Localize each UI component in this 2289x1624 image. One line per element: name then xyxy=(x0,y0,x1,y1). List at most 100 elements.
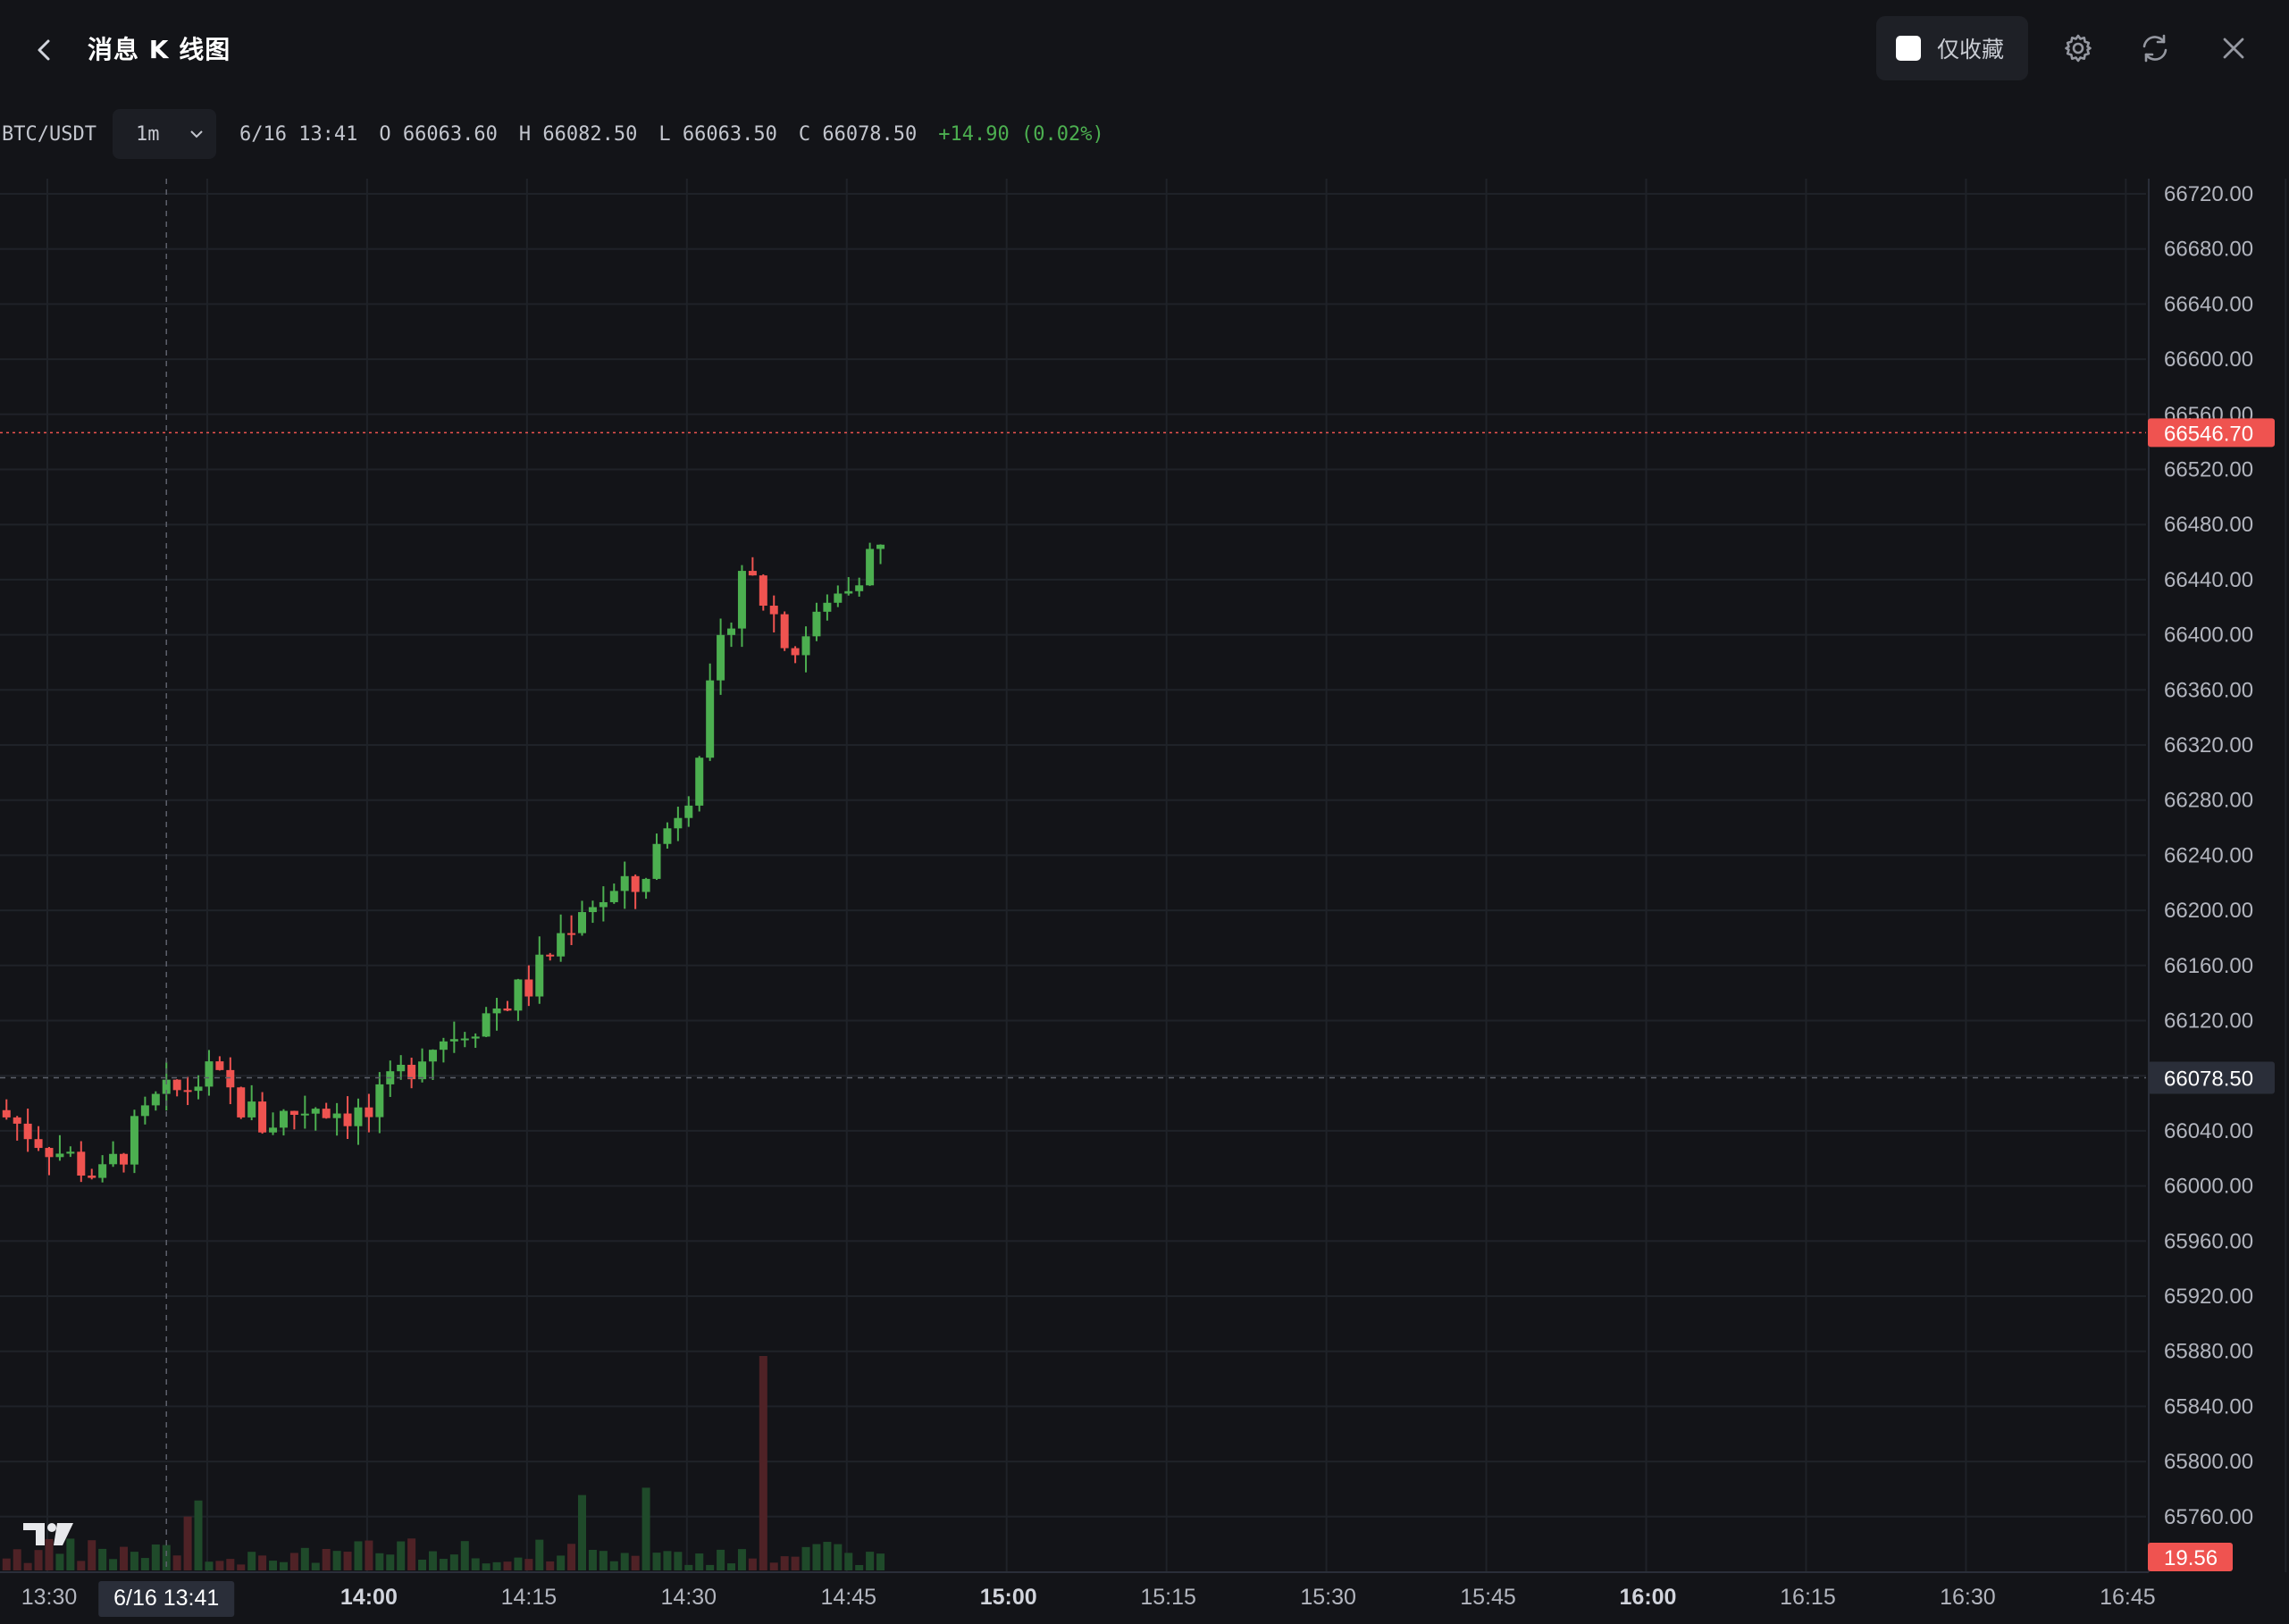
chart-grid xyxy=(0,179,2287,1572)
candle-body xyxy=(876,544,885,549)
candle-body xyxy=(120,1153,129,1165)
candle-body xyxy=(109,1153,118,1165)
price-axis[interactable]: 66720.0066680.0066640.0066600.0066560.00… xyxy=(2148,182,2275,1571)
candle-body xyxy=(13,1117,21,1124)
volume-bar xyxy=(237,1564,246,1570)
volume-bar xyxy=(343,1552,352,1570)
candle-body xyxy=(652,843,661,879)
price-tick-label: 66000.00 xyxy=(2164,1175,2253,1199)
volume-bar xyxy=(737,1549,746,1570)
ohlc-legend: BTC/USDT 1m 6/16 13:41 O 66063.60 H 6608… xyxy=(0,109,1104,159)
candle-body xyxy=(88,1176,96,1178)
legend-close: C 66078.50 xyxy=(798,122,918,146)
volume-bar xyxy=(812,1544,821,1570)
volume-bar xyxy=(226,1559,235,1570)
refresh-icon[interactable] xyxy=(2130,23,2180,73)
price-tick-label: 66280.00 xyxy=(2164,789,2253,813)
volume-bar xyxy=(279,1561,288,1570)
volume-bar xyxy=(641,1487,650,1570)
legend-change: +14.90 (0.02%) xyxy=(938,122,1104,146)
volume-bar xyxy=(449,1554,458,1570)
candle-body xyxy=(66,1151,75,1154)
candle-body xyxy=(695,758,704,806)
candle-body xyxy=(449,1039,458,1042)
candle-body xyxy=(631,875,640,892)
candle-body xyxy=(418,1061,427,1080)
candle-body xyxy=(332,1113,341,1118)
candle-body xyxy=(130,1116,138,1165)
candle-body xyxy=(866,548,875,586)
volume-bar xyxy=(109,1559,118,1570)
candle-body xyxy=(34,1139,43,1149)
volume-bar xyxy=(674,1552,683,1570)
back-arrow-icon[interactable] xyxy=(20,25,70,75)
volume-bar xyxy=(652,1553,661,1570)
legend-time: 6/16 13:41 xyxy=(239,122,358,146)
time-tick-label: 16:45 xyxy=(2100,1585,2156,1610)
volume-bar xyxy=(2,1558,11,1570)
favorites-checkbox[interactable] xyxy=(1896,36,1921,61)
interval-select[interactable]: 1m xyxy=(112,109,216,159)
candle-body xyxy=(172,1079,181,1091)
candle-body xyxy=(289,1110,298,1115)
candle-body xyxy=(23,1123,32,1140)
candle-body xyxy=(492,1008,501,1014)
candle-body xyxy=(98,1164,107,1178)
candle-body xyxy=(599,901,608,908)
candle-body xyxy=(801,636,810,656)
candle-body xyxy=(55,1153,64,1158)
candle-body xyxy=(439,1041,448,1051)
chevron-down-icon xyxy=(190,130,203,138)
candle-body xyxy=(279,1110,288,1128)
favorites-only-toggle[interactable]: 仅收藏 xyxy=(1876,16,2028,80)
volume-bar xyxy=(769,1562,778,1570)
volume-bar xyxy=(620,1553,629,1570)
candle-body xyxy=(620,875,629,892)
candle-body xyxy=(706,680,715,758)
candle-body xyxy=(524,979,533,997)
candle-body xyxy=(183,1090,192,1092)
volume-bar xyxy=(759,1356,767,1570)
candle-body xyxy=(428,1050,437,1062)
volume-bar xyxy=(77,1561,86,1570)
volume-bars xyxy=(2,1356,885,1570)
volume-bar xyxy=(503,1561,512,1570)
volume-bar xyxy=(354,1541,363,1570)
candle-body xyxy=(812,611,821,637)
time-tick-label: 14:30 xyxy=(661,1585,717,1610)
price-tick-label: 66640.00 xyxy=(2164,292,2253,316)
price-tick-label: 66240.00 xyxy=(2164,843,2253,867)
volume-bar xyxy=(183,1516,192,1570)
candle-body xyxy=(717,634,725,681)
volume-bar xyxy=(13,1549,21,1570)
volume-bar xyxy=(120,1546,129,1570)
volume-bar xyxy=(834,1544,843,1570)
time-tick-label: 13:30 xyxy=(21,1585,78,1610)
candle-body xyxy=(247,1101,256,1118)
volume-bar xyxy=(439,1559,448,1570)
time-tick-label: 16:15 xyxy=(1780,1585,1836,1610)
symbol-label[interactable]: BTC/USDT xyxy=(0,123,96,146)
close-icon[interactable] xyxy=(2209,23,2259,73)
volume-bar xyxy=(407,1538,416,1570)
volume-bar xyxy=(876,1553,885,1570)
time-tick-label: 15:30 xyxy=(1300,1585,1356,1610)
candle-body xyxy=(588,907,597,913)
time-axis[interactable]: 13:30 14:00 14:15 14:30 14:45 15:00 15:15 15:30… xyxy=(0,1571,2156,1617)
volume-bar xyxy=(514,1557,523,1570)
candlestick-chart[interactable]: 66720.0066680.0066640.0066600.0066560.00… xyxy=(0,179,2289,1624)
candle-body xyxy=(737,571,746,629)
candle-body xyxy=(375,1084,384,1118)
chart-overlays xyxy=(0,179,2146,1572)
time-tick-label: 16:30 xyxy=(1940,1585,1996,1610)
settings-gear-icon[interactable] xyxy=(2053,23,2103,73)
candle-body xyxy=(855,585,864,591)
volume-bar xyxy=(140,1558,149,1570)
volume-bar xyxy=(567,1544,576,1570)
volume-bar xyxy=(492,1561,501,1570)
volume-bar xyxy=(844,1553,853,1570)
candle-body xyxy=(557,933,566,957)
volume-bar xyxy=(855,1564,864,1570)
time-tick-label: 14:00 xyxy=(340,1585,398,1610)
candle-body xyxy=(514,979,523,1011)
